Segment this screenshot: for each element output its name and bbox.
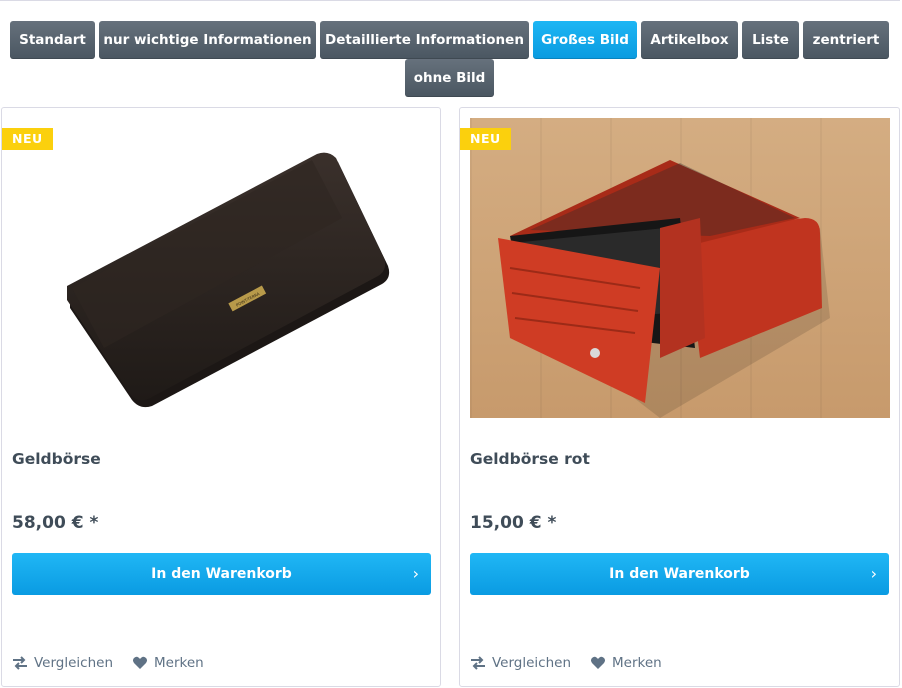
chevron-right-icon: › (412, 564, 419, 583)
compare-link[interactable]: Vergleichen (470, 655, 571, 671)
product-title[interactable]: Geldbörse (12, 450, 101, 468)
add-to-cart-label: In den Warenkorb (609, 566, 750, 582)
layout-button-list[interactable]: Liste (742, 21, 799, 59)
new-badge: NEU (460, 128, 511, 150)
product-price: 58,00 € * (12, 513, 99, 533)
red-wallet-image (498, 160, 830, 418)
add-to-cart-label: In den Warenkorb (151, 566, 292, 582)
product-card: NEU POINT-TERRA Geldbörse 58,00 € * In d… (1, 107, 441, 687)
layout-button-important-info[interactable]: nur wichtige Informationen (99, 21, 316, 59)
compare-arrows-icon (471, 656, 485, 670)
wishlist-label: Merken (154, 655, 204, 671)
product-card: NEU Geldbörse rot 15,00 € * In den Waren… (459, 107, 900, 687)
new-badge: NEU (2, 128, 53, 150)
compare-label: Vergleichen (34, 655, 114, 671)
wishlist-link[interactable]: Merken (590, 655, 662, 671)
product-price: 15,00 € * (470, 513, 557, 533)
heart-icon (133, 656, 147, 669)
add-to-cart-button[interactable]: In den Warenkorb › (12, 553, 431, 595)
layout-button-article-box[interactable]: Artikelbox (641, 21, 738, 59)
product-image[interactable] (470, 118, 890, 418)
layout-button-detailed-info[interactable]: Detaillierte Informationen (320, 21, 529, 59)
top-divider (0, 0, 900, 1)
black-wallet-image: POINT-TERRA (67, 152, 390, 408)
wishlist-label: Merken (612, 655, 662, 671)
wishlist-link[interactable]: Merken (132, 655, 204, 671)
layout-button-standart[interactable]: Standart (10, 21, 95, 59)
layout-button-no-image[interactable]: ohne Bild (405, 59, 494, 97)
layout-button-centered[interactable]: zentriert (803, 21, 889, 59)
heart-icon (591, 656, 605, 669)
compare-label: Vergleichen (492, 655, 572, 671)
product-title[interactable]: Geldbörse rot (470, 450, 590, 468)
layout-button-large-image[interactable]: Großes Bild (533, 21, 637, 59)
add-to-cart-button[interactable]: In den Warenkorb › (470, 553, 889, 595)
compare-arrows-icon (13, 656, 27, 670)
chevron-right-icon: › (870, 564, 877, 583)
compare-link[interactable]: Vergleichen (12, 655, 113, 671)
product-image[interactable]: POINT-TERRA (12, 118, 432, 418)
